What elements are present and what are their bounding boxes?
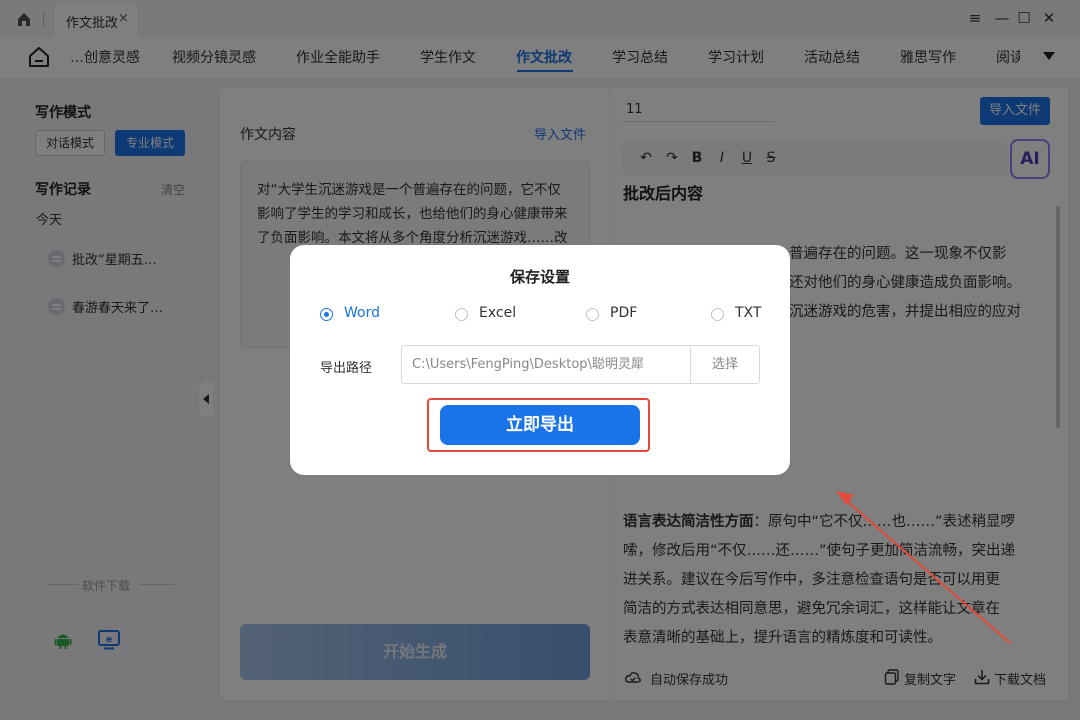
annotation-arrow-icon — [836, 491, 1011, 644]
format-radio-pdf[interactable] — [586, 308, 599, 321]
export-highlight-annotation — [427, 398, 650, 452]
export-path-input[interactable]: C:\Users\FengPing\Desktop\聪明灵犀 — [401, 345, 691, 384]
dialog-title: 保存设置 — [509, 268, 570, 286]
export-path-label: 导出路径 — [320, 361, 373, 376]
format-label-word[interactable]: Word — [344, 305, 380, 321]
format-label-pdf[interactable]: PDF — [610, 305, 637, 321]
format-label-txt[interactable]: TXT — [735, 305, 761, 321]
format-radio-word[interactable] — [320, 308, 333, 321]
format-label-excel[interactable]: Excel — [479, 305, 516, 321]
format-radio-txt[interactable] — [711, 308, 724, 321]
format-radio-excel[interactable] — [455, 308, 468, 321]
choose-path-button[interactable]: 选择 — [690, 345, 760, 384]
